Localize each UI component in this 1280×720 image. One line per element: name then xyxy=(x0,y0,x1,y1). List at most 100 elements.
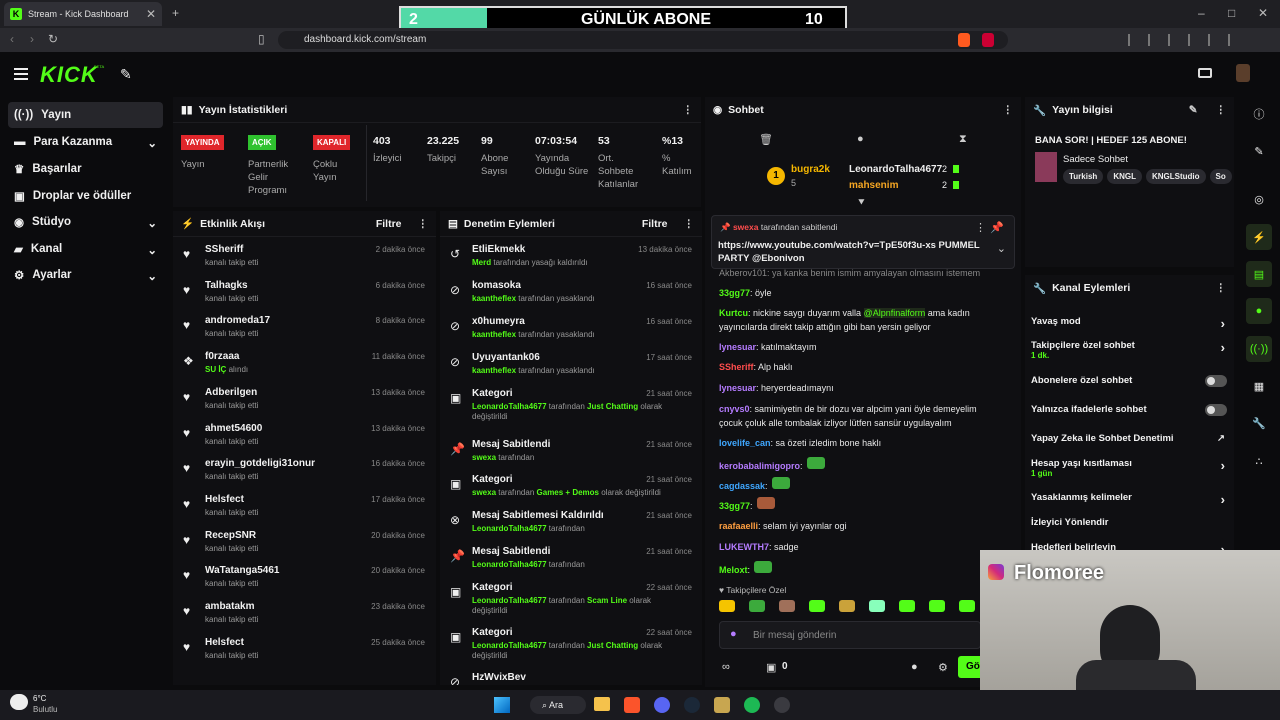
emote-icon[interactable] xyxy=(754,561,773,573)
channel-action-item[interactable]: Yapay Zeka ile Sohbet Denetimi ↗ xyxy=(1031,433,1227,444)
category-name[interactable]: Games + Demos xyxy=(537,488,599,497)
chat-username[interactable]: lynesuar xyxy=(719,383,756,393)
url-field[interactable]: dashboard.kick.com/stream xyxy=(278,31,1008,49)
spotify-icon[interactable] xyxy=(744,697,760,713)
sidebar-item-basarilar[interactable]: ♛ Başarılar xyxy=(8,156,163,182)
activity-item[interactable]: ♥ Helsfect kanalı takip etti 25 dakika önce xyxy=(173,634,435,670)
chat-username[interactable]: LUKEWTH7 xyxy=(719,542,769,552)
activity-user[interactable]: andromeda17 xyxy=(205,315,270,326)
layout-icon[interactable]: ▦ xyxy=(1246,373,1272,399)
send-button[interactable]: Gö xyxy=(958,656,980,678)
maximize-icon[interactable]: □ xyxy=(1228,6,1235,20)
filter-button[interactable]: Filtre xyxy=(642,218,668,230)
brave-browser-icon[interactable] xyxy=(624,697,640,713)
emote-icon[interactable] xyxy=(756,497,775,509)
activity-user[interactable]: SSheriff xyxy=(205,244,243,255)
filter-button[interactable]: Filtre xyxy=(376,218,402,230)
chat-username[interactable]: 33gg77 xyxy=(719,288,750,298)
toggle-switch[interactable] xyxy=(1205,375,1227,387)
more-options-icon[interactable]: ⋮ xyxy=(683,104,694,116)
forward-icon[interactable]: › xyxy=(30,32,34,46)
activity-user[interactable]: f0rzaaa xyxy=(205,351,239,362)
minimize-icon[interactable]: – xyxy=(1198,6,1205,20)
bookmark-icon[interactable]: ▯ xyxy=(258,32,265,46)
activity-item[interactable]: ♥ ahmet54600 kanalı takip etti 13 dakika ön… xyxy=(173,420,435,456)
emote-icon[interactable] xyxy=(899,600,915,612)
channel-action-item[interactable]: Yalnızca ifadelerle sohbet xyxy=(1031,404,1227,416)
chat-username[interactable]: cagdassak xyxy=(719,481,765,491)
pinned-by-user[interactable]: swexa xyxy=(733,222,759,232)
moderator-name[interactable]: LeonardoTalha4677 xyxy=(472,524,547,533)
tag[interactable]: KNGLStudio xyxy=(1145,169,1206,184)
moderator-name[interactable]: kaantheflex xyxy=(472,294,516,303)
activity-item[interactable]: ♥ SSheriff kanalı takip etti 2 dakika önce xyxy=(173,241,435,277)
moderation-item[interactable]: ▣ Kategori LeonardoTalha4677 tarafından Sc… xyxy=(440,579,702,623)
obs-icon[interactable] xyxy=(774,697,790,713)
moderation-item[interactable]: ⊘ HzWvixBev xyxy=(440,669,702,685)
channel-action-item[interactable]: İzleyici Yönlendir xyxy=(1031,517,1227,528)
channel-action-item[interactable]: Hesap yaşı kısıtlaması 1 gün › xyxy=(1031,458,1227,478)
pinned-text[interactable]: https://www.youtube.com/watch?v=TpE50f3u… xyxy=(718,239,988,265)
close-tab-icon[interactable]: ✕ xyxy=(146,7,156,21)
file-explorer-icon[interactable] xyxy=(594,697,610,711)
emote-icon[interactable] xyxy=(779,600,795,612)
more-options-icon[interactable]: ⋮ xyxy=(684,218,695,230)
activity-item[interactable]: ♥ erayin_gotdeligi31onur kanalı takip etti… xyxy=(173,455,435,491)
top-chatter-name[interactable]: mahsenim xyxy=(849,180,898,191)
channel-points-icon[interactable]: ∞ xyxy=(722,661,730,673)
moderator-name[interactable]: swexa xyxy=(472,453,496,462)
chat-username[interactable]: lynesuar xyxy=(719,342,756,352)
brave-rewards-icon[interactable] xyxy=(982,33,994,47)
activity-item[interactable]: ♥ RecepSNR kanalı takip etti 20 dakika önce xyxy=(173,527,435,563)
chat-bubble-icon[interactable]: ● xyxy=(1246,298,1272,324)
activity-user[interactable]: RecepSNR xyxy=(205,530,256,541)
moderation-title[interactable]: Kategori xyxy=(472,627,513,638)
document-icon[interactable]: ▤ xyxy=(1246,261,1272,287)
moderator-name[interactable]: kaantheflex xyxy=(472,366,516,375)
top-chatter-name[interactable]: LeonardoTalha4677 xyxy=(849,164,942,175)
activity-item[interactable]: ♥ Helsfect kanalı takip etti 17 dakika önce xyxy=(173,491,435,527)
moderation-item[interactable]: ▣ Kategori LeonardoTalha4677 tarafından Ju… xyxy=(440,385,702,429)
expand-chevron-icon[interactable]: ⌄ xyxy=(997,242,1006,255)
activity-user[interactable]: Helsfect xyxy=(205,637,244,648)
chat-username[interactable]: cnyvs0 xyxy=(719,404,750,414)
gear-icon[interactable]: ⚙ xyxy=(938,661,948,674)
activity-user[interactable]: Helsfect xyxy=(205,494,244,505)
moderation-title[interactable]: Uyuyantank06 xyxy=(472,352,540,363)
gift-icon[interactable]: ▣ xyxy=(766,661,776,674)
camera-icon[interactable]: ◎ xyxy=(1246,186,1272,212)
menu-icon[interactable] xyxy=(14,68,28,80)
edit-icon[interactable]: ✎ xyxy=(1246,138,1272,164)
browser-tab[interactable]: K Stream - Kick Dashboard ✕ xyxy=(4,2,162,26)
activity-user[interactable]: Talhagks xyxy=(205,280,248,291)
category-name[interactable]: Scam Line xyxy=(587,596,627,605)
emote-icon[interactable] xyxy=(809,600,825,612)
moderation-title[interactable]: Kategori xyxy=(472,388,513,399)
sidebar-item-para-kazanma[interactable]: ▬ Para Kazanma ⌄ xyxy=(8,129,163,155)
microphone-icon[interactable]: ● xyxy=(730,628,737,640)
category-name[interactable]: Just Chatting xyxy=(587,641,638,650)
moderation-title[interactable]: Kategori xyxy=(472,474,513,485)
sidebar-item-ayarlar[interactable]: ⚙ Ayarlar ⌄ xyxy=(8,262,163,288)
back-icon[interactable]: ‹ xyxy=(10,32,14,46)
windows-start-icon[interactable] xyxy=(494,697,510,713)
sidebar-item-droplar[interactable]: ▣ Droplar ve ödüller xyxy=(8,183,163,209)
moderation-title[interactable]: EtliEkmekk xyxy=(472,244,525,255)
trash-icon[interactable]: 🗑 xyxy=(759,133,773,146)
stream-preview-icon[interactable] xyxy=(1198,68,1212,78)
chat-username[interactable]: Meloxt xyxy=(719,565,748,575)
moderator-name[interactable]: LeonardoTalha4677 xyxy=(472,596,547,605)
moderator-name[interactable]: swexa xyxy=(472,488,496,497)
toggle-switch[interactable] xyxy=(1205,404,1227,416)
channel-action-item[interactable]: Yavaş mod › xyxy=(1031,316,1227,331)
chat-settings-bubble-icon[interactable]: ● xyxy=(911,661,918,673)
moderator-name[interactable]: kaantheflex xyxy=(472,330,516,339)
moderation-title[interactable]: x0humeyra xyxy=(472,316,525,327)
emote-icon[interactable] xyxy=(771,477,790,489)
browser-extensions-icon[interactable] xyxy=(1128,34,1248,46)
more-options-icon[interactable]: ⋮ xyxy=(975,221,986,234)
category-name[interactable]: Just Chatting xyxy=(587,402,638,411)
pin-icon[interactable]: 📌 xyxy=(990,221,1004,234)
emote-icon[interactable] xyxy=(839,600,855,612)
emote-icon[interactable] xyxy=(806,457,825,469)
